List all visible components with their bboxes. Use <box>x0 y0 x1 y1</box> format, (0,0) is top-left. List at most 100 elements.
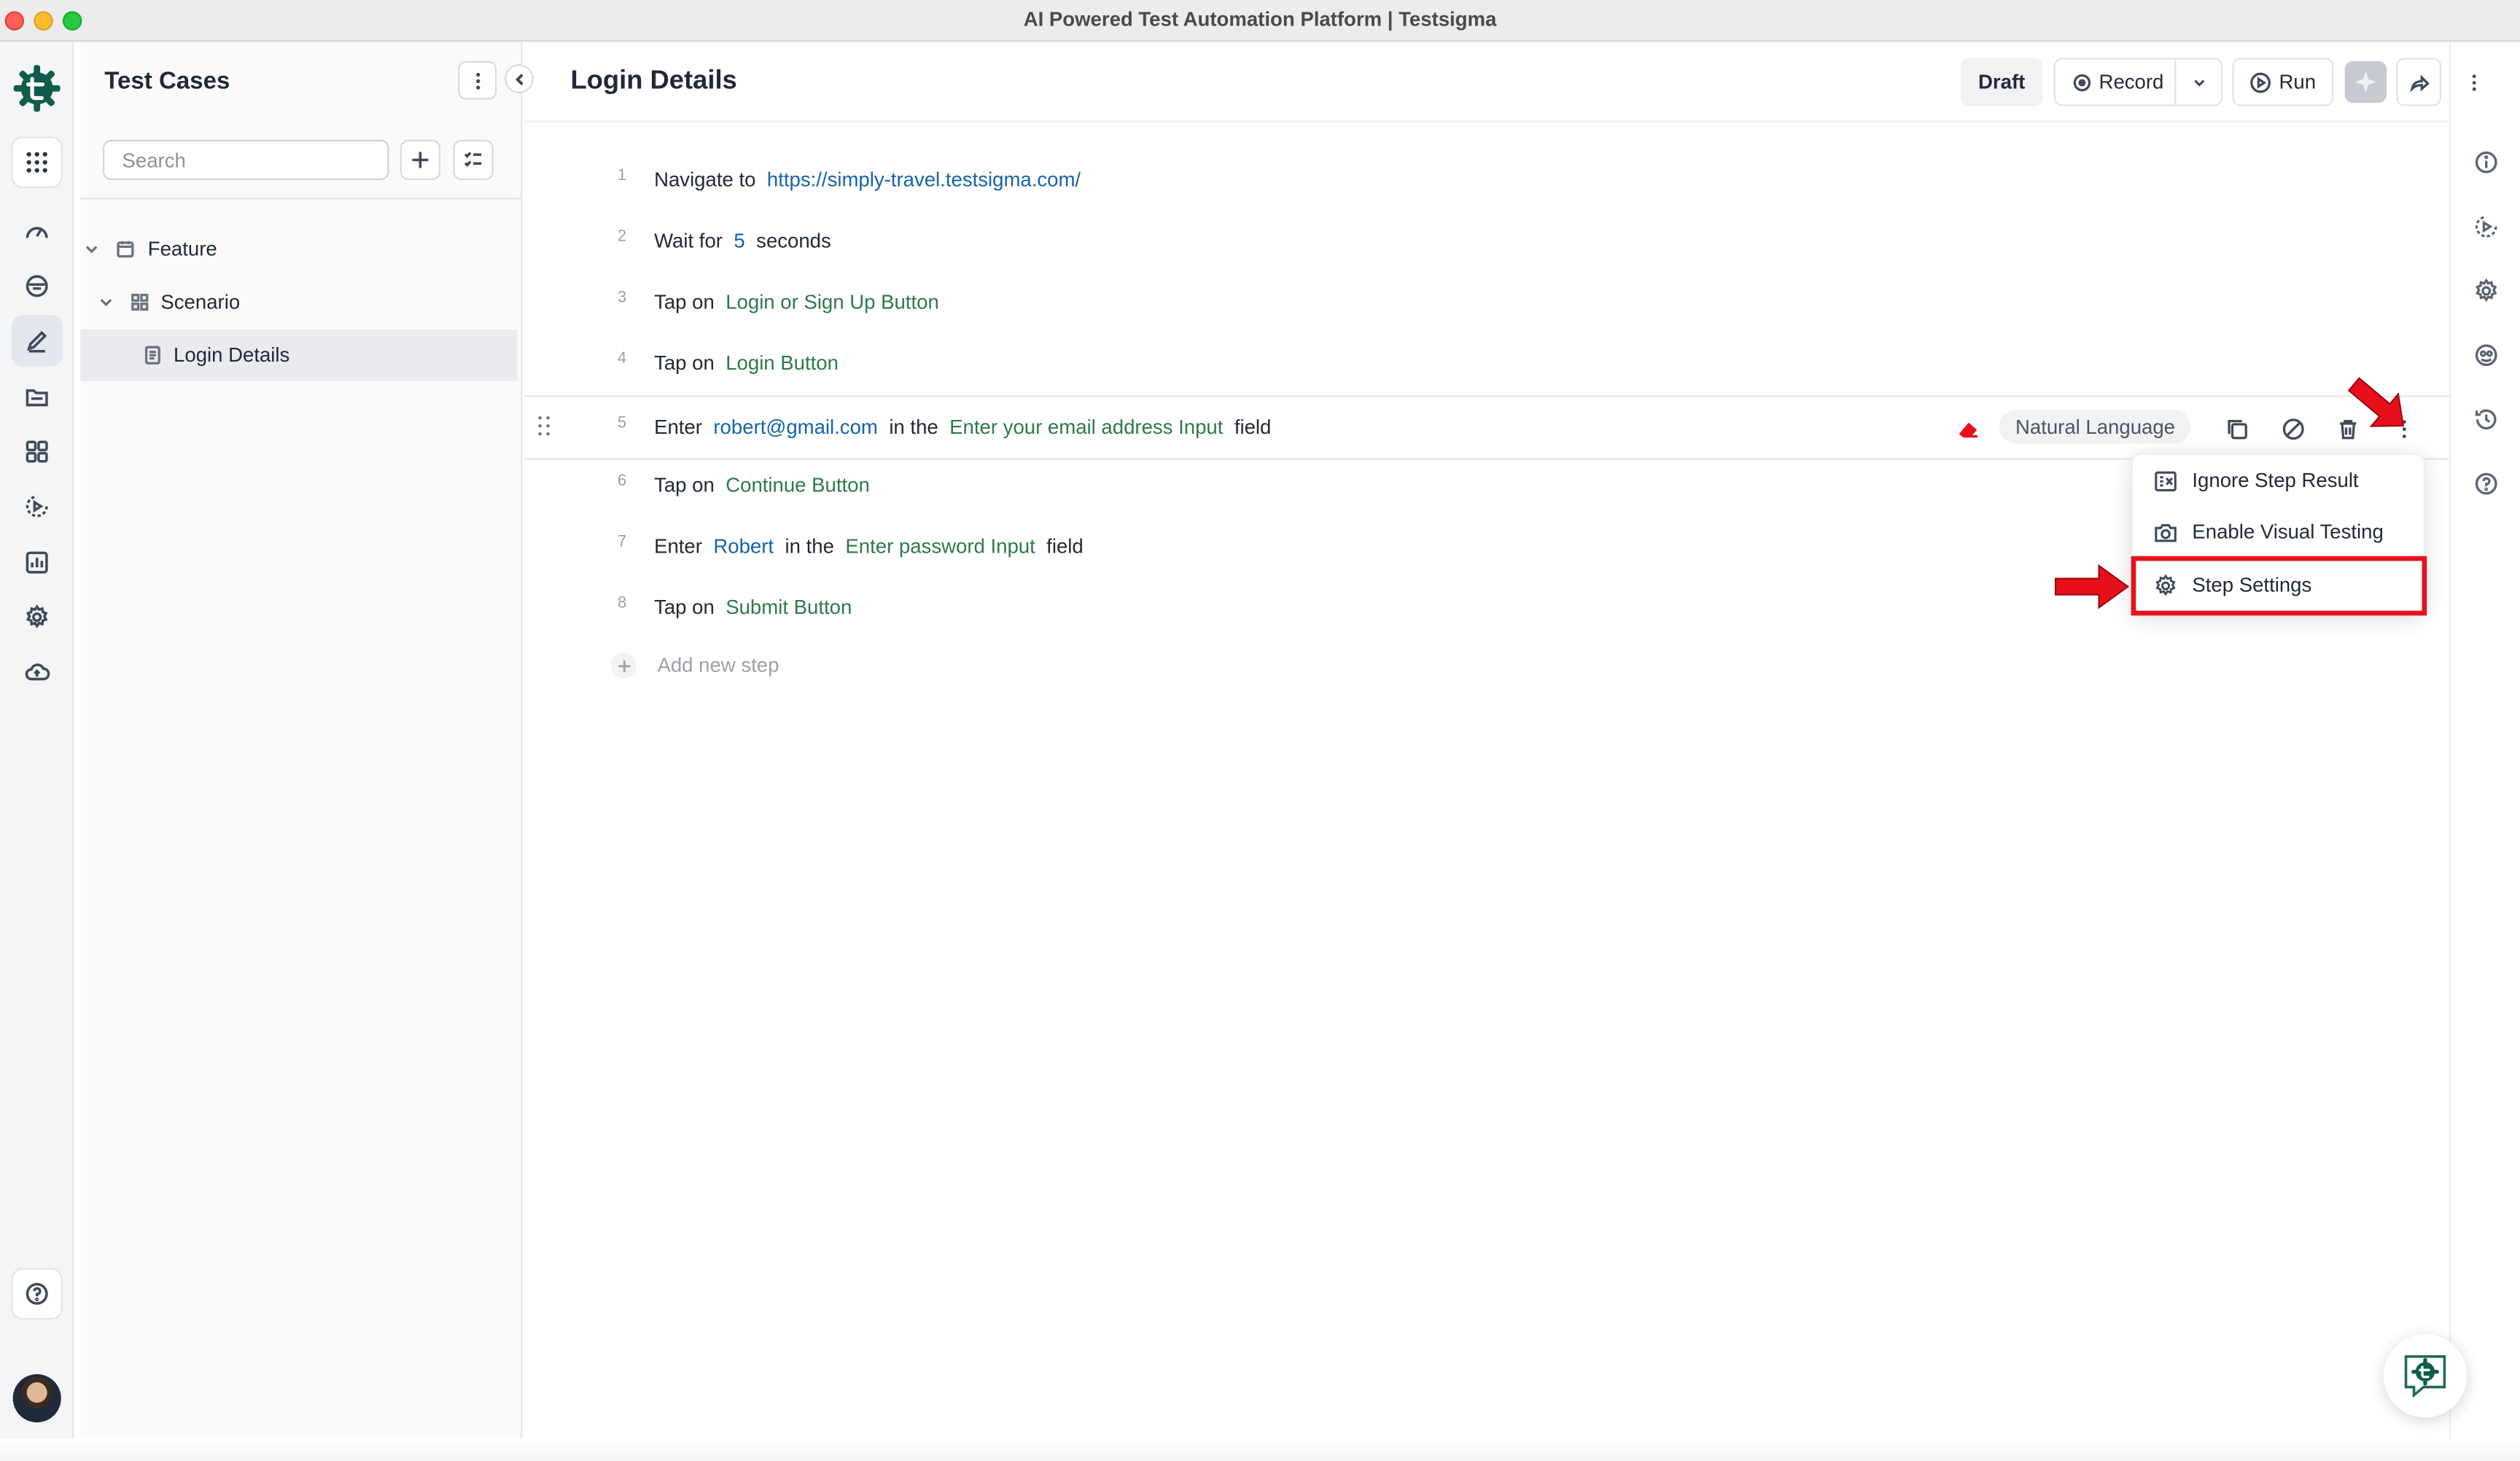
test-step[interactable]: 4 Tap on Login Button <box>524 335 2450 396</box>
tree-node-scenario[interactable]: Scenario <box>98 283 240 322</box>
user-avatar[interactable] <box>12 1374 61 1423</box>
natural-language-chip[interactable]: Natural Language <box>1999 410 2192 444</box>
copilot-icon <box>2475 344 2497 367</box>
more-options-button[interactable] <box>2452 58 2494 106</box>
copilot-button[interactable] <box>2470 339 2502 371</box>
history-icon <box>2475 409 2497 430</box>
ai-agent-button[interactable] <box>2344 61 2387 104</box>
test-settings-button[interactable] <box>2470 275 2502 307</box>
chevron-down-icon <box>2193 79 2204 86</box>
record-label: Record <box>2099 71 2164 93</box>
gear-icon <box>2155 573 2176 596</box>
cloud-upload-icon <box>25 663 50 681</box>
step-number: 6 <box>617 472 627 491</box>
step-keyword: Wait for <box>654 230 723 253</box>
clear-step-button[interactable] <box>1954 415 1983 444</box>
step-number: 3 <box>617 289 627 308</box>
add-test-case-button[interactable] <box>400 139 440 180</box>
gear-icon <box>26 604 48 628</box>
step-text[interactable]: Tap on Continue Button <box>654 474 881 496</box>
dry-runs-button[interactable] <box>2470 211 2502 243</box>
dashboard-nav-button[interactable] <box>11 206 63 257</box>
test-cases-panel: Test Cases Feature Scenario Login Detail… <box>80 42 523 1461</box>
drag-handle-icon[interactable] <box>538 416 554 439</box>
step-element[interactable]: Submit Button <box>726 596 852 619</box>
help-button[interactable] <box>2470 468 2502 500</box>
chevron-down-icon[interactable] <box>98 294 114 310</box>
step-keyword: field <box>1234 416 1272 439</box>
step-number: 1 <box>617 167 627 185</box>
step-text[interactable]: Wait for 5 seconds <box>654 230 842 252</box>
step-test-data[interactable]: Robert <box>713 535 774 558</box>
step-number: 7 <box>617 533 627 552</box>
play-circle-icon <box>2250 71 2271 93</box>
runs-nav-button[interactable] <box>11 480 63 532</box>
support-chat-button[interactable] <box>2383 1333 2468 1418</box>
testsigma-logo-icon[interactable] <box>11 63 63 114</box>
step-keyword: in the <box>785 535 834 558</box>
step-test-data[interactable]: https://simply-travel.testsigma.com/ <box>767 168 1081 191</box>
help-button[interactable] <box>11 1268 63 1320</box>
step-element[interactable]: Enter password Input <box>845 535 1035 558</box>
uploads-nav-button[interactable] <box>11 646 63 698</box>
elements-nav-button[interactable] <box>11 426 63 478</box>
run-label: Run <box>2279 71 2317 93</box>
eraser-icon <box>1959 422 1978 438</box>
step-text[interactable]: Tap on Submit Button <box>654 596 863 619</box>
step-test-data[interactable]: robert@gmail.com <box>713 416 878 439</box>
draft-status-button[interactable]: Draft <box>1961 58 2043 106</box>
record-options-button[interactable] <box>2177 60 2221 105</box>
test-step-hovered[interactable]: 5 Enter robert@gmail.com in the Enter your … <box>524 395 2450 460</box>
step-element[interactable]: Login Button <box>726 352 839 375</box>
step-number: 8 <box>617 594 627 612</box>
step-keyword: field <box>1046 535 1084 558</box>
play-circle-icon <box>2475 215 2497 238</box>
step-text[interactable]: Enter robert@gmail.com in the Enter your em… <box>654 416 1283 439</box>
disable-step-button[interactable] <box>2279 415 2308 444</box>
step-element[interactable]: Enter your email address Input <box>949 416 1223 439</box>
menu-item-ignore-step-result[interactable]: Ignore Step Result <box>2133 455 2427 507</box>
step-text[interactable]: Tap on Login or Sign Up Button <box>654 291 950 313</box>
run-button[interactable]: Run <box>2232 58 2334 106</box>
test-case-icon <box>144 346 160 365</box>
copy-step-button[interactable] <box>2222 415 2252 444</box>
tree-node-login-details[interactable]: Login Details <box>80 329 518 381</box>
copilot-nav-button[interactable] <box>11 260 63 312</box>
test-step[interactable]: 1 Navigate to https://simply-travel.tests… <box>524 151 2450 212</box>
tree-node-feature[interactable]: Feature <box>84 230 217 268</box>
test-step[interactable]: 3 Tap on Login or Sign Up Button <box>524 273 2450 335</box>
search-input[interactable] <box>103 139 389 180</box>
menu-item-step-settings[interactable]: Step Settings <box>2133 559 2427 611</box>
plus-icon <box>610 652 637 679</box>
disable-icon <box>2282 418 2304 440</box>
tree-node-label: Feature <box>147 238 217 261</box>
settings-nav-button[interactable] <box>11 591 63 643</box>
test-cases-nav-button[interactable] <box>11 315 63 367</box>
collapse-panel-button[interactable] <box>505 64 534 93</box>
spark-icon <box>2356 72 2376 92</box>
play-circle-icon <box>26 495 48 518</box>
menu-item-label: Step Settings <box>2192 574 2312 596</box>
step-text[interactable]: Enter Robert in the Enter password Input fie… <box>654 535 1094 558</box>
menu-item-enable-visual-testing[interactable]: Enable Visual Testing <box>2133 506 2427 558</box>
step-text[interactable]: Navigate to https://simply-travel.testsig… <box>654 168 1092 191</box>
share-button[interactable] <box>2396 58 2442 106</box>
step-element[interactable]: Continue Button <box>726 474 870 496</box>
step-text[interactable]: Tap on Login Button <box>654 352 849 375</box>
step-element[interactable]: Login or Sign Up Button <box>726 291 939 313</box>
details-button[interactable] <box>2470 147 2502 179</box>
ignore-result-icon <box>2155 470 2177 491</box>
test-step[interactable]: 2 Wait for 5 seconds <box>524 212 2450 273</box>
apps-grid-button[interactable] <box>11 136 63 188</box>
test-data-nav-button[interactable] <box>11 371 63 423</box>
panel-menu-button[interactable] <box>458 61 497 100</box>
step-test-data[interactable]: 5 <box>734 230 744 252</box>
add-new-step-button[interactable]: Add new step <box>610 652 779 679</box>
history-button[interactable] <box>2470 403 2502 435</box>
reports-nav-button[interactable] <box>11 537 63 588</box>
bulk-select-button[interactable] <box>453 139 494 180</box>
record-button[interactable]: Record <box>2056 59 2177 105</box>
chevron-down-icon[interactable] <box>84 241 100 257</box>
question-icon <box>2475 472 2497 495</box>
step-keyword: seconds <box>756 230 831 253</box>
